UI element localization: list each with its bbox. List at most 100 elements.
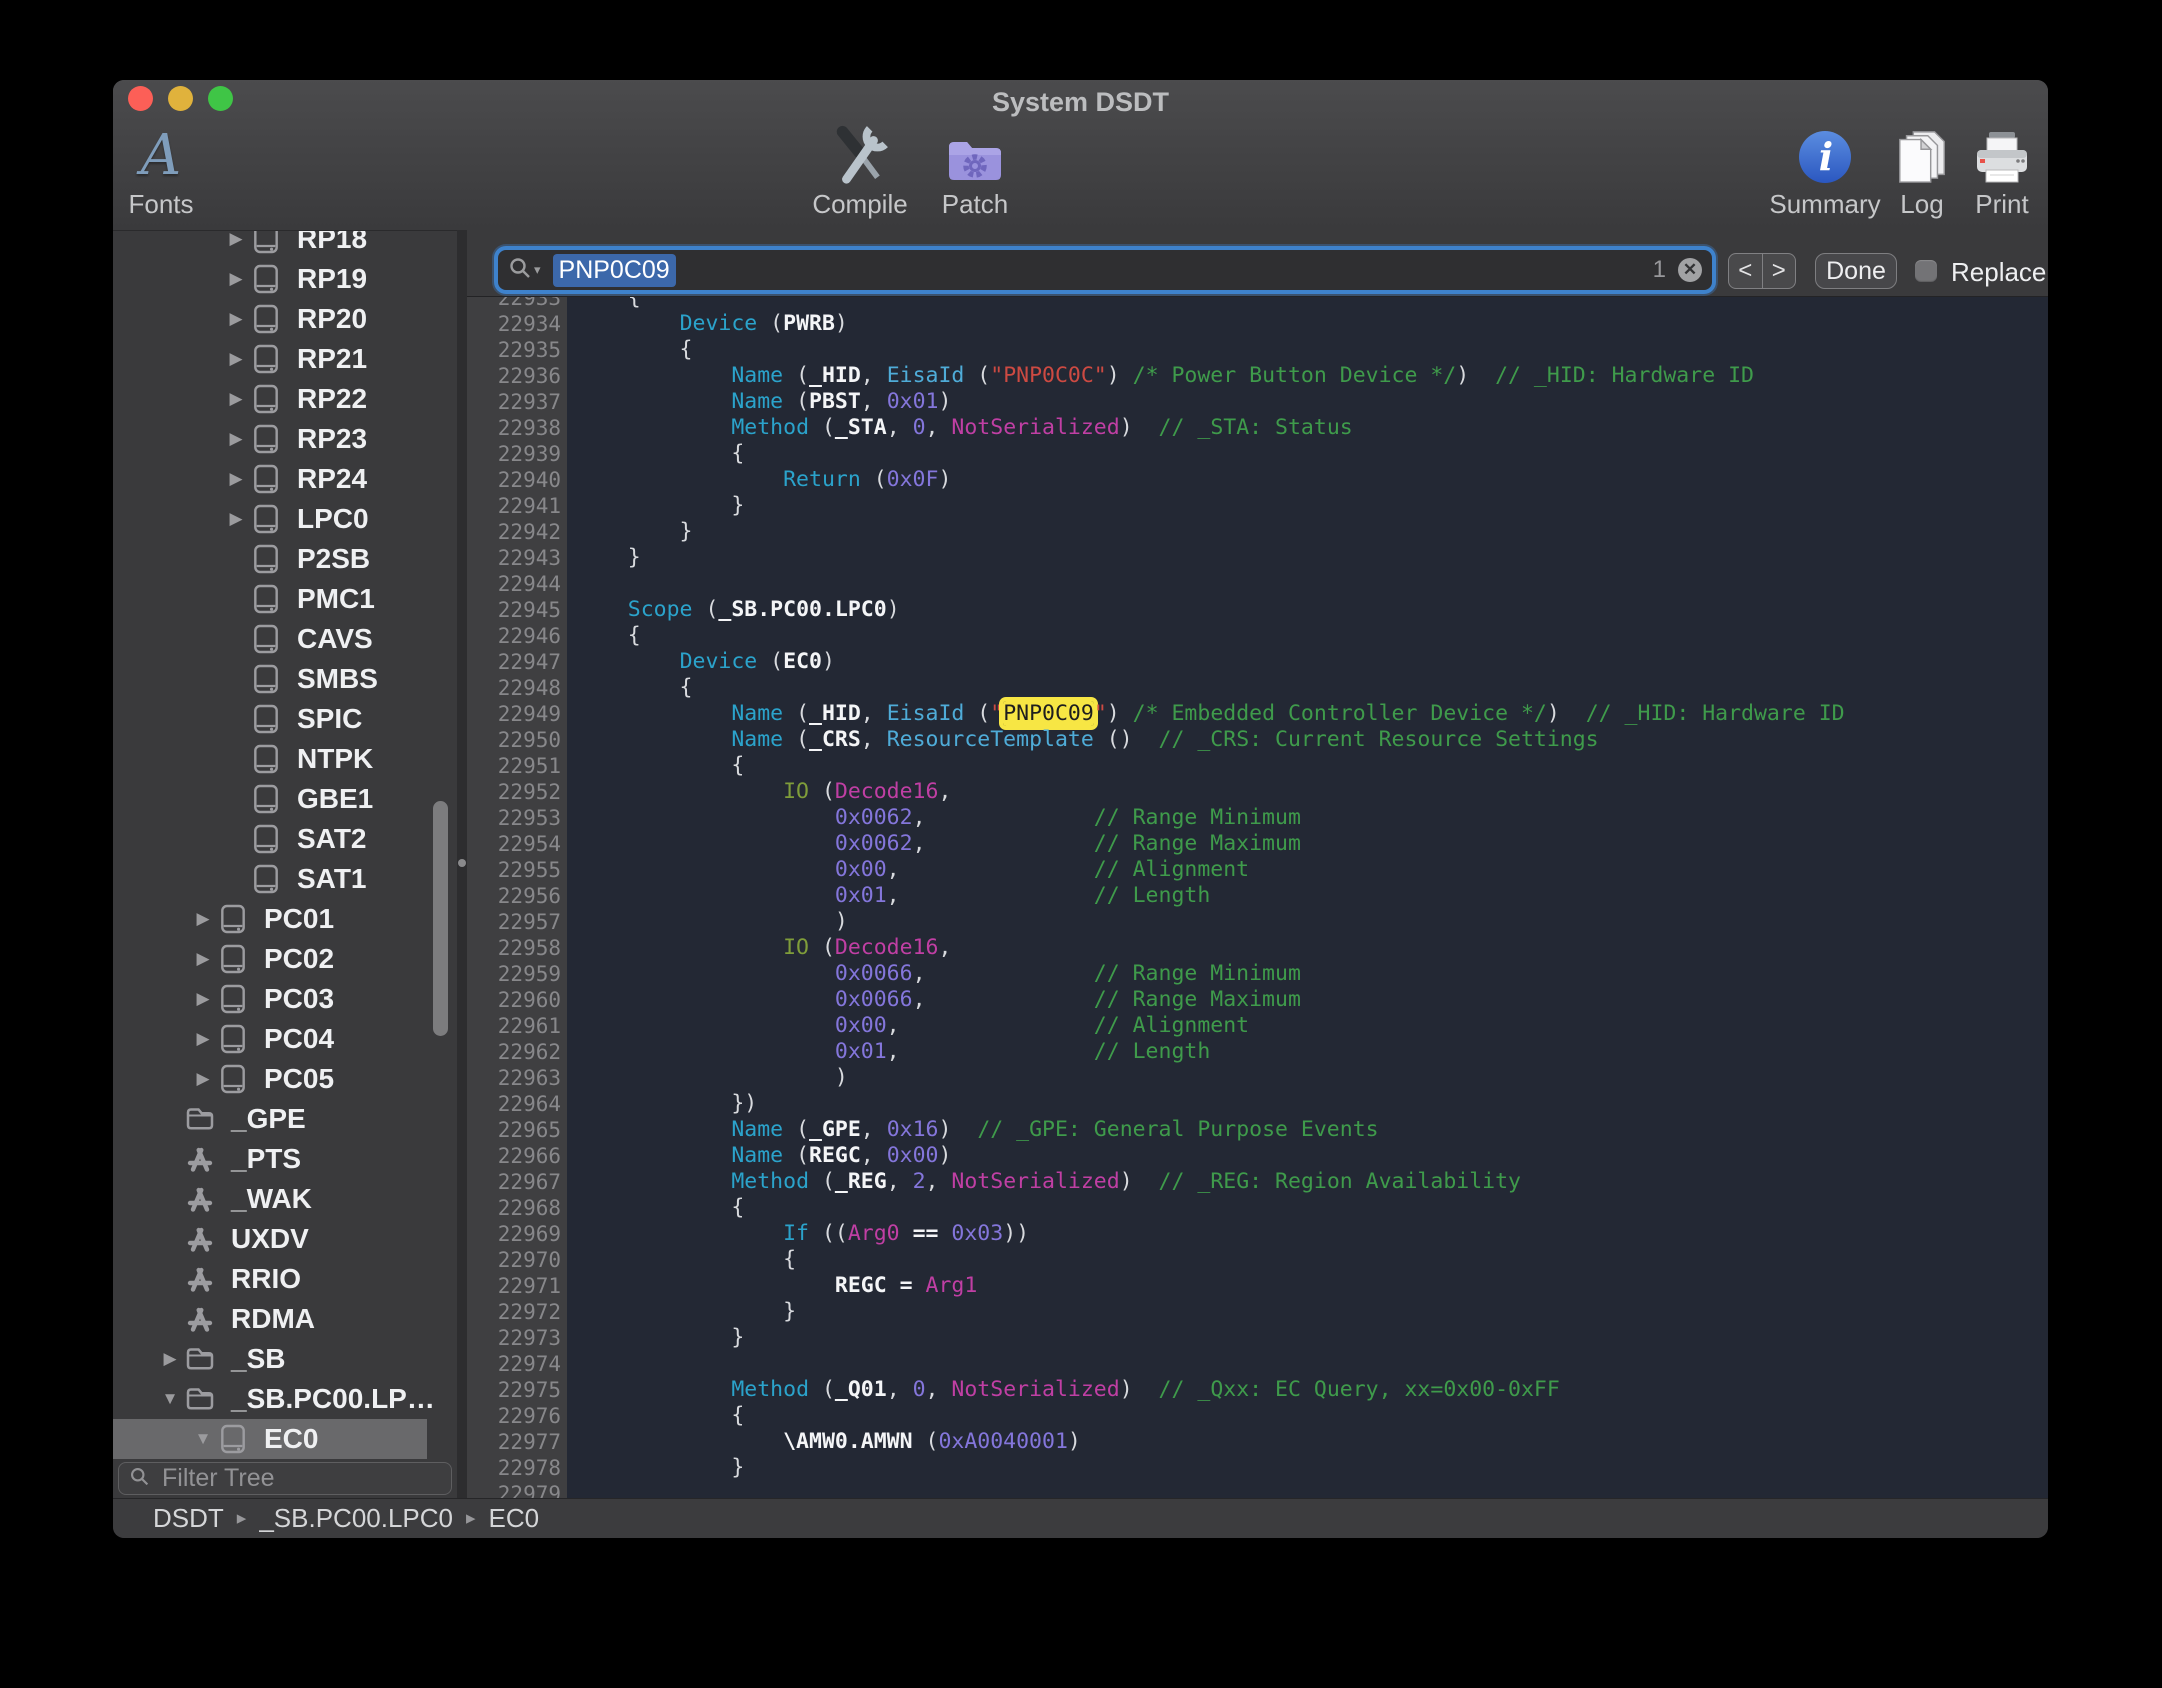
sidebar-item-NTPK[interactable]: NTPK [113,739,457,779]
code-line: { [576,1247,2048,1273]
search-menu-chevron-icon[interactable]: ▾ [534,262,541,278]
sidebar-item-UXDV[interactable]: UXDV [113,1219,457,1259]
disclosure-collapsed-icon[interactable]: ▶ [223,429,249,449]
clear-search-icon[interactable]: ✕ [1678,258,1702,282]
line-number: 22937 [467,389,567,415]
summary-info-icon: i [1796,122,1854,186]
disclosure-collapsed-icon[interactable]: ▶ [223,469,249,489]
search-input[interactable]: ▾ PNP0C09 1 ✕ [498,250,1712,290]
code-line: IO (Decode16, [576,935,2048,961]
line-number: 22940 [467,467,567,493]
toolbar-label: Compile [812,189,907,220]
code-line [576,1481,2048,1498]
sidebar-item-LPC0[interactable]: ▶LPC0 [113,499,457,539]
sidebar-item-PC04[interactable]: ▶PC04 [113,1019,457,1059]
sidebar-item-label: _PTS [231,1143,301,1175]
disclosure-collapsed-icon[interactable]: ▶ [190,1069,216,1089]
line-number: 22953 [467,805,567,831]
sidebar-item-SPIC[interactable]: SPIC [113,699,457,739]
sidebar-item-PMC1[interactable]: PMC1 [113,579,457,619]
toolbar-item-patch[interactable]: Patch [905,122,1045,220]
split-handle-icon[interactable] [458,859,466,867]
sidebar-item-label: PC03 [264,983,334,1015]
line-number: 22977 [467,1429,567,1455]
code-line: } [576,519,2048,545]
line-number: 22969 [467,1221,567,1247]
sidebar-item-label: GBE1 [297,783,373,815]
sidebar-item-RDMA[interactable]: RDMA [113,1299,457,1339]
disclosure-collapsed-icon[interactable]: ▶ [223,230,249,249]
breadcrumb-separator-icon: ▸ [237,1507,247,1530]
sidebar-item-GBE1[interactable]: GBE1 [113,779,457,819]
sidebar-item-RRIO[interactable]: RRIO [113,1259,457,1299]
sidebar-item-RP19[interactable]: ▶RP19 [113,259,457,299]
toolbar-item-print[interactable]: Print [1932,122,2048,220]
sidebar-item-PC02[interactable]: ▶PC02 [113,939,457,979]
code-lines[interactable]: { Device (PWRB) { Name (_HID, EisaId ("P… [567,297,2048,1498]
sidebar-item-RP24[interactable]: ▶ RP24 [113,459,457,499]
code-line: Return (0x0F) [576,467,2048,493]
find-previous-button[interactable]: < [1729,254,1763,288]
disclosure-collapsed-icon[interactable]: ▶ [223,389,249,409]
disclosure-collapsed-icon[interactable]: ▶ [223,269,249,289]
line-number: 22950 [467,727,567,753]
sidebar-item-RP18[interactable]: ▶RP18 [113,230,457,259]
disclosure-collapsed-icon[interactable]: ▶ [223,509,249,529]
sidebar-item-P2SB[interactable]: P2SB [113,539,457,579]
code-line: Name (_CRS, ResourceTemplate () // _CRS:… [576,727,2048,753]
sidebar-item-SMBS[interactable]: SMBS [113,659,457,699]
disclosure-collapsed-icon[interactable]: ▶ [190,949,216,969]
replace-checkbox[interactable] [1915,260,1937,282]
device-icon [251,342,281,376]
device-icon [251,422,281,456]
sidebar-item-RP21[interactable]: ▶RP21 [113,339,457,379]
code-editor[interactable]: 2293322934229352293622937229382293922940… [467,297,2048,1498]
filter-tree-input[interactable] [160,1463,441,1494]
disclosure-expanded-icon[interactable]: ▼ [157,1389,183,1409]
search-icon[interactable] [508,256,532,285]
breadcrumb-item[interactable]: DSDT [153,1503,224,1534]
disclosure-collapsed-icon[interactable]: ▶ [190,909,216,929]
sidebar-item-label: RP24 [297,463,367,495]
line-number: 22972 [467,1299,567,1325]
sidebar-item-EC0[interactable]: ▼EC0 [113,1419,457,1459]
disclosure-collapsed-icon[interactable]: ▶ [190,989,216,1009]
sidebar-item-PC03[interactable]: ▶ PC03 [113,979,457,1019]
disclosure-expanded-icon[interactable]: ▼ [190,1429,216,1449]
line-number: 22959 [467,961,567,987]
sidebar-item-_SB[interactable]: ▶ _SB [113,1339,457,1379]
split-divider[interactable] [457,230,467,1498]
sidebar-scrollbar-thumb[interactable] [433,801,448,1036]
sidebar-item-RP20[interactable]: ▶RP20 [113,299,457,339]
sidebar-item-RP23[interactable]: ▶RP23 [113,419,457,459]
code-line: } [576,1299,2048,1325]
sidebar-item-SAT1[interactable]: SAT1 [113,859,457,899]
toolbar-item-fonts[interactable]: A Fonts [113,122,231,220]
sidebar-item-CAVS[interactable]: CAVS [113,619,457,659]
window-title: System DSDT [113,87,2048,118]
code-line [576,571,2048,597]
sidebar-item-PC01[interactable]: ▶PC01 [113,899,457,939]
sidebar-item-_PTS[interactable]: _PTS [113,1139,457,1179]
folder-icon [185,1102,215,1136]
disclosure-collapsed-icon[interactable]: ▶ [223,309,249,329]
sidebar-item-_SB.PC00.LP…[interactable]: ▼_SB.PC00.LP… [113,1379,457,1419]
disclosure-collapsed-icon[interactable]: ▶ [190,1029,216,1049]
sidebar-item-RP22[interactable]: ▶RP22 [113,379,457,419]
line-number: 22978 [467,1455,567,1481]
disclosure-collapsed-icon[interactable]: ▶ [157,1349,183,1369]
sidebar-item-_WAK[interactable]: _WAK [113,1179,457,1219]
sidebar-item-_GPE[interactable]: _GPE [113,1099,457,1139]
breadcrumb-item[interactable]: _SB.PC00.LPC0 [259,1503,453,1534]
done-button[interactable]: Done [1815,253,1897,289]
code-line: 0x01, // Length [576,1039,2048,1065]
sidebar-item-label: _SB [231,1343,285,1375]
line-number: 22935 [467,337,567,363]
breadcrumb-item[interactable]: EC0 [489,1503,540,1534]
disclosure-collapsed-icon[interactable]: ▶ [223,349,249,369]
line-number: 22960 [467,987,567,1013]
line-number: 22958 [467,935,567,961]
sidebar-item-SAT2[interactable]: SAT2 [113,819,457,859]
find-next-button[interactable]: > [1763,254,1796,288]
sidebar-item-PC05[interactable]: ▶PC05 [113,1059,457,1099]
